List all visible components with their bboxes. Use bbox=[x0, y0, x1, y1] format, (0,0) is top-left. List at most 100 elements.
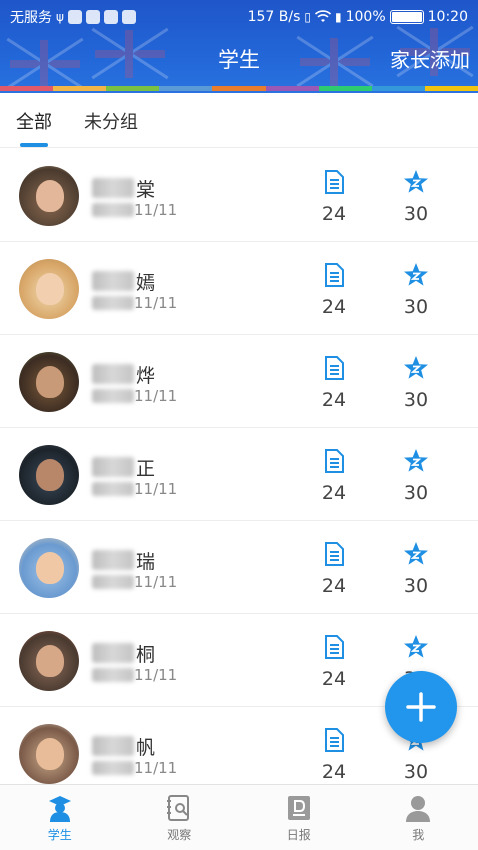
star-icon bbox=[404, 635, 428, 658]
student-name: 嫣 bbox=[136, 271, 156, 294]
student-date: 11/11 bbox=[134, 666, 178, 684]
star-icon bbox=[404, 449, 428, 472]
star-count: 30 bbox=[403, 389, 429, 411]
name-blurred bbox=[92, 643, 134, 663]
student-date: 11/11 bbox=[134, 573, 178, 591]
nav-daily-report[interactable]: 日报 bbox=[239, 785, 359, 850]
daily-report-icon bbox=[287, 796, 310, 820]
student-date: 11/11 bbox=[134, 387, 178, 405]
nav-label: 学生 bbox=[47, 828, 72, 842]
document-icon bbox=[325, 635, 344, 659]
doc-count: 24 bbox=[321, 575, 347, 597]
name-blurred bbox=[92, 736, 134, 756]
student-avatar bbox=[19, 352, 79, 412]
app-notification-icon bbox=[121, 10, 136, 24]
observe-notebook-icon bbox=[167, 795, 190, 821]
student-cap-icon bbox=[48, 796, 71, 822]
doc-count: 24 bbox=[321, 761, 347, 783]
student-avatar bbox=[19, 445, 79, 505]
app-header: 无服务 ψ 157 B/s ▯ ▮ 100% 10:20 学生 家长添加 bbox=[0, 0, 478, 93]
student-row[interactable]: 棠 11/11 24 30 bbox=[0, 149, 478, 242]
date-blurred bbox=[92, 296, 134, 310]
carrier-text: 无服务 bbox=[10, 10, 52, 26]
student-row[interactable]: 烨 11/11 24 30 bbox=[0, 335, 478, 428]
doc-count-button[interactable]: 24 bbox=[314, 541, 354, 597]
document-icon bbox=[325, 170, 344, 194]
star-count-button[interactable]: 30 bbox=[396, 169, 436, 225]
star-count: 30 bbox=[403, 203, 429, 225]
star-icon bbox=[404, 263, 428, 286]
student-name: 烨 bbox=[136, 364, 156, 387]
name-blurred bbox=[92, 550, 134, 570]
star-icon bbox=[404, 170, 428, 193]
tab-indicator bbox=[20, 143, 48, 147]
document-icon bbox=[325, 449, 344, 473]
student-row[interactable]: 瑞 11/11 24 30 bbox=[0, 521, 478, 614]
star-count-button[interactable]: 30 bbox=[396, 448, 436, 504]
date-blurred bbox=[92, 203, 134, 217]
student-name: 瑞 bbox=[136, 550, 156, 573]
student-avatar bbox=[19, 631, 79, 691]
nav-me[interactable]: 我 bbox=[359, 785, 478, 850]
plus-icon bbox=[406, 692, 436, 722]
rainbow-strip bbox=[0, 86, 478, 91]
doc-count-button[interactable]: 24 bbox=[314, 355, 354, 411]
date-blurred bbox=[92, 668, 134, 682]
student-date: 11/11 bbox=[134, 480, 178, 498]
student-row[interactable]: 嫣 11/11 24 30 bbox=[0, 242, 478, 335]
date-blurred bbox=[92, 482, 134, 496]
student-name: 桐 bbox=[136, 643, 156, 666]
network-speed: 157 B/s bbox=[247, 9, 301, 25]
star-icon bbox=[404, 356, 428, 379]
star-count-button[interactable]: 30 bbox=[396, 541, 436, 597]
status-bar: 无服务 ψ 157 B/s ▯ ▮ 100% 10:20 bbox=[0, 0, 478, 34]
date-blurred bbox=[92, 761, 134, 775]
student-row[interactable]: 正 11/11 24 30 bbox=[0, 428, 478, 521]
date-blurred bbox=[92, 575, 134, 589]
student-date: 11/11 bbox=[134, 294, 178, 312]
document-icon bbox=[325, 263, 344, 287]
doc-count-button[interactable]: 24 bbox=[314, 262, 354, 318]
app-notification-icon bbox=[85, 10, 100, 24]
nav-label: 观察 bbox=[167, 828, 192, 842]
star-count-button[interactable]: 30 bbox=[396, 355, 436, 411]
student-avatar bbox=[19, 724, 79, 784]
star-count: 30 bbox=[403, 482, 429, 504]
doc-count: 24 bbox=[321, 203, 347, 225]
tab-ungrouped[interactable]: 未分组 bbox=[84, 108, 138, 134]
app-notification-icon bbox=[103, 10, 118, 24]
doc-count: 24 bbox=[321, 296, 347, 318]
usb-icon: ψ bbox=[56, 10, 64, 24]
name-blurred bbox=[92, 457, 134, 477]
star-count: 30 bbox=[403, 296, 429, 318]
clock: 10:20 bbox=[427, 9, 468, 25]
student-avatar bbox=[19, 166, 79, 226]
wifi-icon bbox=[315, 10, 331, 22]
nav-label: 日报 bbox=[286, 828, 311, 842]
battery-icon bbox=[389, 10, 424, 24]
app-notification-icon bbox=[67, 10, 82, 24]
doc-count-button[interactable]: 24 bbox=[314, 727, 354, 783]
nav-observe[interactable]: 观察 bbox=[120, 785, 240, 850]
profile-icon bbox=[406, 796, 431, 822]
tab-all[interactable]: 全部 bbox=[16, 108, 52, 134]
nav-students[interactable]: 学生 bbox=[0, 785, 120, 850]
battery-percent: 100% bbox=[345, 9, 386, 25]
star-count: 30 bbox=[403, 575, 429, 597]
doc-count: 24 bbox=[321, 389, 347, 411]
doc-count: 24 bbox=[321, 482, 347, 504]
star-count-button[interactable]: 30 bbox=[396, 262, 436, 318]
student-name: 帆 bbox=[136, 736, 156, 759]
student-avatar bbox=[19, 259, 79, 319]
doc-count-button[interactable]: 24 bbox=[314, 634, 354, 690]
add-student-fab[interactable] bbox=[385, 671, 457, 743]
name-blurred bbox=[92, 271, 134, 291]
nav-label: 我 bbox=[412, 828, 425, 842]
document-icon bbox=[325, 356, 344, 380]
doc-count-button[interactable]: 24 bbox=[314, 169, 354, 225]
student-date: 11/11 bbox=[134, 201, 178, 219]
star-count: 30 bbox=[403, 761, 429, 783]
name-blurred bbox=[92, 178, 134, 198]
add-parent-button[interactable]: 家长添加 bbox=[390, 44, 470, 73]
doc-count-button[interactable]: 24 bbox=[314, 448, 354, 504]
